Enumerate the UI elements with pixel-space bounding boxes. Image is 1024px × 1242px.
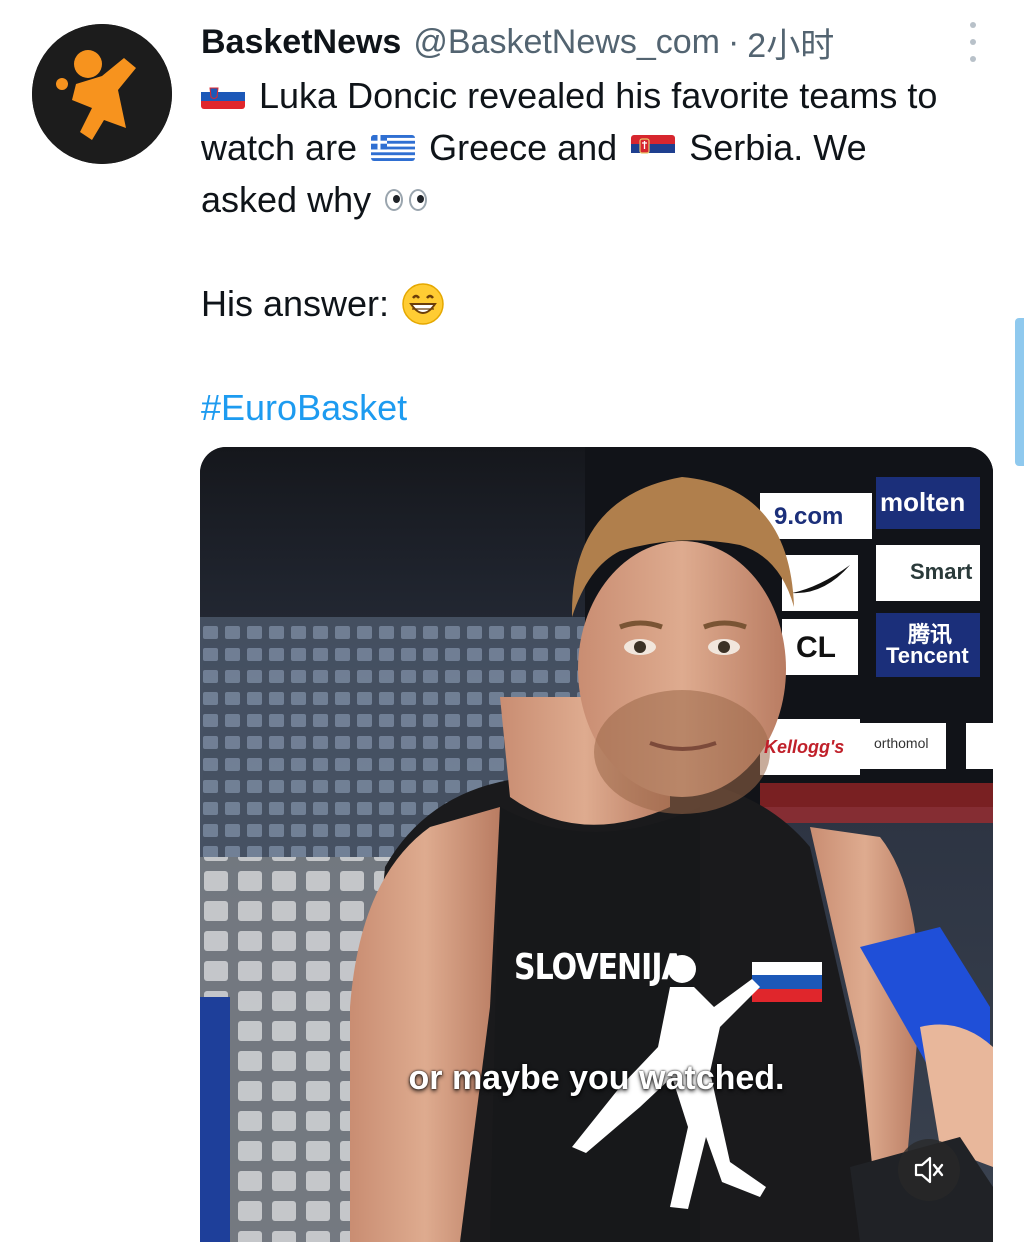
tweet-text: Luka Doncic revealed his favorite teams … [201,70,1001,434]
sponsor-label: CL [796,631,836,664]
sponsor-label: Tencent [886,643,969,668]
tweet-text-line2a: watch are [201,127,358,168]
speaker-muted-icon [914,1156,944,1184]
grinning-face-emoji-icon [401,282,445,326]
more-vertical-icon [970,22,976,28]
tweet-line-3: asked why [201,174,1001,226]
video-caption: or maybe you watched. [408,1059,785,1097]
tweet-text-line2c: Serbia. We [689,127,867,168]
slovenia-flag-icon [201,83,245,109]
scroll-indicator[interactable] [1015,318,1024,466]
tweet-hashtag-line: #EuroBasket [201,382,1001,434]
separator: · [727,22,740,61]
sponsor-label: Kellogg's [764,737,845,757]
tweet-line-4: His answer: [201,278,1001,330]
sponsor-label: orthomol [874,735,929,751]
greece-flag-icon [371,135,416,161]
avatar[interactable] [32,24,172,164]
tweet-line-2: watch are Greece and Serbia. We [201,122,1001,174]
tweet-header: BasketNews @BasketNews_com · 2小时 [201,18,834,67]
sponsor-label: 9.com [774,503,844,530]
user-handle[interactable]: @BasketNews_com [413,23,720,62]
timestamp[interactable]: 2小时 [747,18,834,67]
basketnews-logo-icon [32,24,172,164]
serbia-flag-icon [631,135,676,161]
tweet-text-line4: His answer: [201,283,390,324]
eyes-emoji-icon [385,189,428,211]
sponsor-label: Smart [910,559,973,584]
tweet-text-line1: Luka Doncic revealed his favorite teams … [259,75,938,116]
video-frame [200,447,993,1242]
tweet-text-line2b: Greece and [429,127,618,168]
mute-button[interactable] [898,1139,960,1201]
more-options-button[interactable] [958,22,988,62]
display-name[interactable]: BasketNews [201,23,401,62]
video-player[interactable]: 9.com molten Smart CL 腾讯 Tencent Kellogg… [200,447,993,1242]
jersey-text: SLOVENIJA [514,946,685,989]
tweet-text-line3: asked why [201,179,372,220]
hashtag-link[interactable]: #EuroBasket [201,382,407,434]
sponsor-label: molten [880,487,966,517]
tweet-line-1: Luka Doncic revealed his favorite teams … [201,70,1001,122]
